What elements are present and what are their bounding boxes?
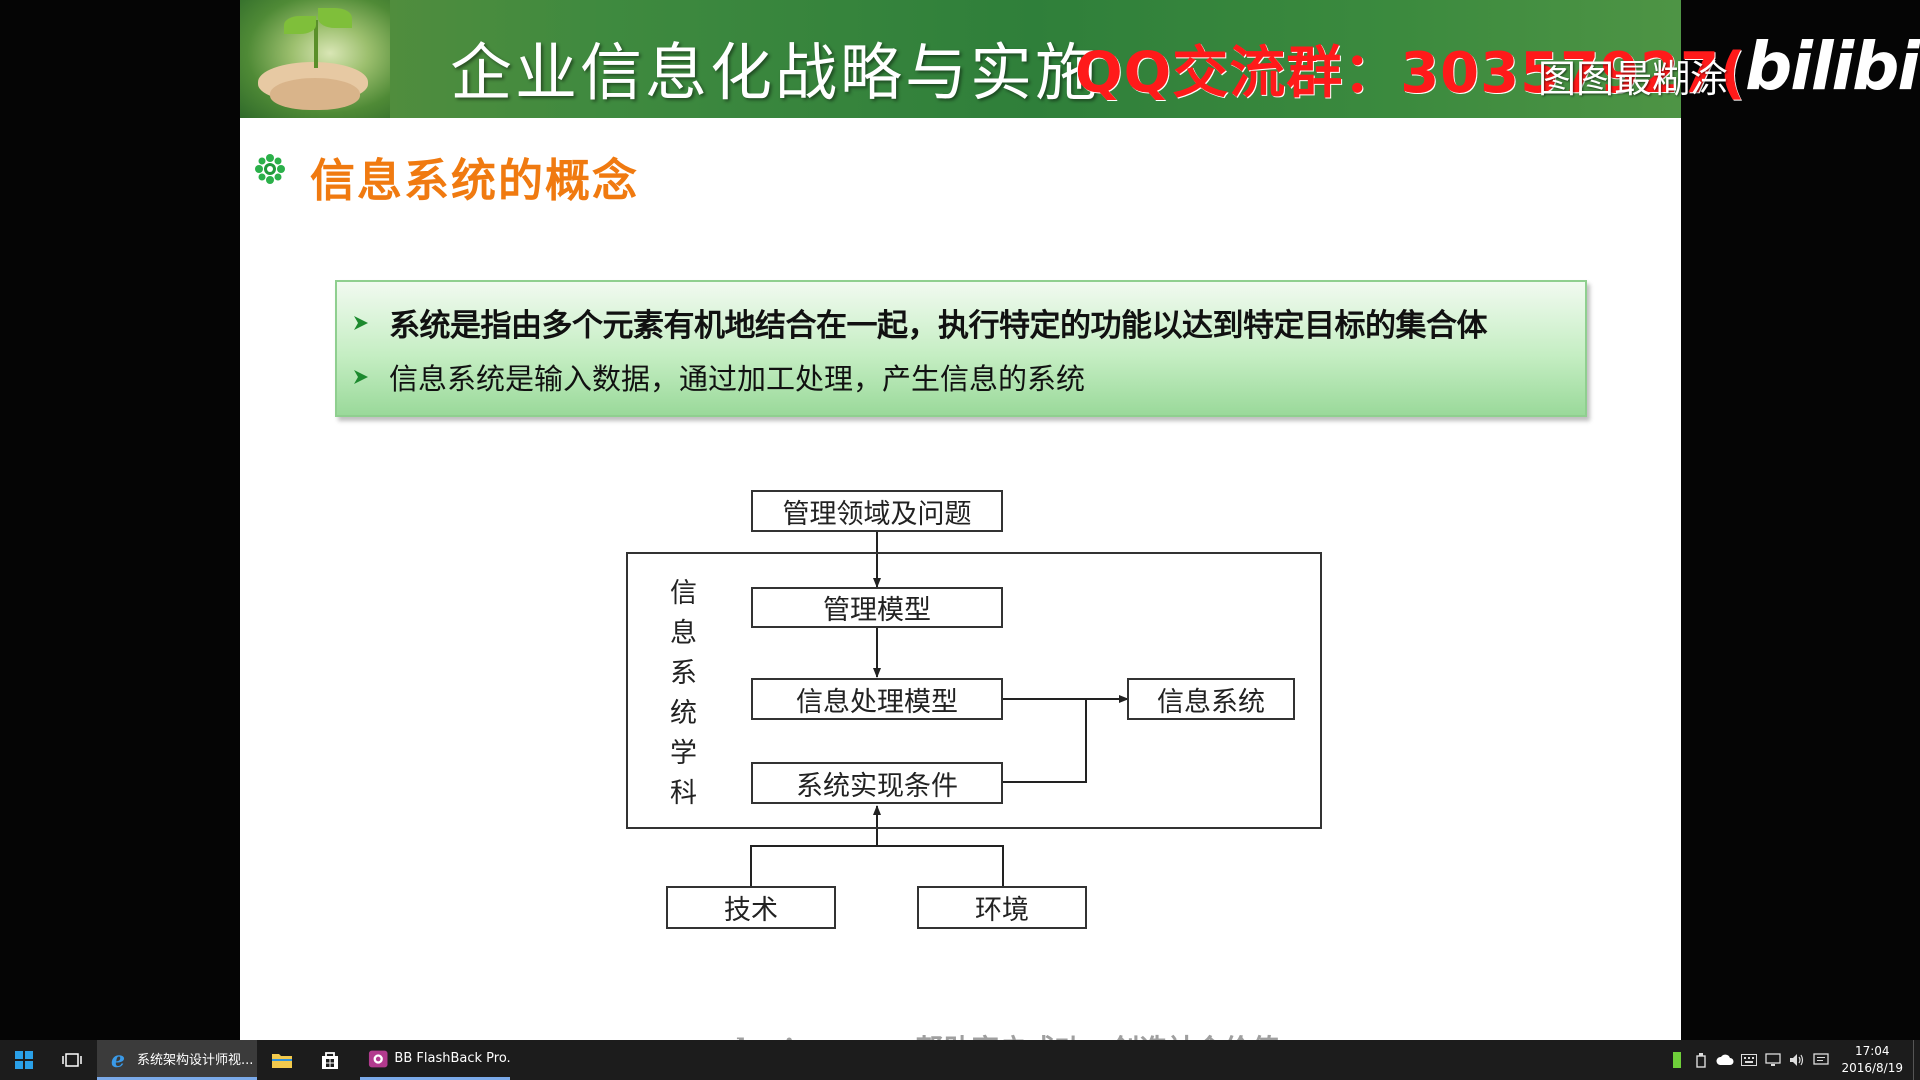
slide-footer: www.educity.cn — 帮助客户成功，创造社会价值 (630, 1028, 1279, 1040)
taskbar-app-file-explorer[interactable] (262, 1040, 302, 1080)
taskbar-app-browser[interactable]: e 系统架构设计师视... (97, 1040, 257, 1080)
clock-time: 17:04 (1854, 1044, 1890, 1058)
uploader-watermark: 图图最糊涂 (1538, 57, 1729, 101)
ie-icon: e (111, 1048, 125, 1070)
clock-date: 2016/8/19 (1841, 1061, 1903, 1075)
technology-box: 技术 (666, 886, 836, 929)
start-button[interactable] (0, 1040, 48, 1080)
flashback-icon (368, 1050, 388, 1067)
environment-box: 环境 (917, 886, 1087, 929)
taskbar-app-label: 系统架构设计师视... (137, 1053, 254, 1068)
usb-device-icon[interactable] (1692, 1051, 1710, 1069)
management-domain-box: 管理领域及问题 (751, 490, 1003, 532)
taskbar-app-flashback[interactable]: BB FlashBack Pro... (360, 1040, 510, 1080)
task-view-icon (62, 1053, 82, 1067)
windows-logo-icon (15, 1051, 33, 1069)
system-tray: 17:04 2016/8/19 (1665, 1040, 1920, 1080)
taskbar-app-store[interactable] (310, 1040, 350, 1080)
information-system-diagram: 信息系统学科 管理领域及问题 管理模型 信息处理模型 系统实现条件 信息系统 技… (240, 0, 1681, 1040)
file-explorer-icon (272, 1054, 292, 1068)
show-desktop-button[interactable] (1913, 1040, 1920, 1080)
onedrive-cloud-icon[interactable] (1716, 1051, 1734, 1069)
task-view-button[interactable] (50, 1040, 94, 1080)
svg-text:e: e (111, 1048, 125, 1070)
action-center-icon[interactable] (1812, 1051, 1830, 1069)
windows-taskbar: e 系统架构设计师视... BB FlashBack Pro... 17:04 … (0, 1040, 1920, 1080)
battery-icon[interactable] (1668, 1051, 1686, 1069)
system-conditions-box: 系统实现条件 (751, 762, 1003, 804)
volume-icon[interactable] (1788, 1051, 1806, 1069)
taskbar-clock[interactable]: 17:04 2016/8/19 (1841, 1043, 1903, 1077)
bilibili-logo: bilibili (1745, 28, 1920, 105)
network-icon[interactable] (1764, 1051, 1782, 1069)
taskbar-app-label: BB FlashBack Pro... (394, 1051, 510, 1066)
slide: 企业信息化战略与实施 信息系统的概念 系统是指由多个元素有机地结合在一起，执行特… (240, 0, 1681, 1040)
input-method-icon[interactable] (1740, 1051, 1758, 1069)
store-icon (322, 1052, 338, 1069)
discipline-label: 信息系统学科 (665, 578, 696, 818)
info-processing-model-box: 信息处理模型 (751, 678, 1003, 720)
information-system-box: 信息系统 (1127, 678, 1295, 720)
management-model-box: 管理模型 (751, 587, 1003, 628)
